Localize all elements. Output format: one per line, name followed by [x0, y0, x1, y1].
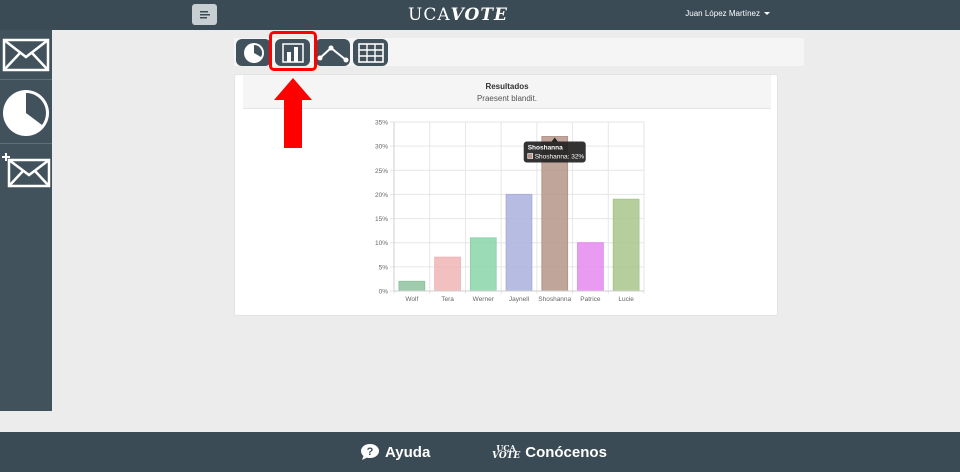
menu-toggle-button[interactable] [192, 4, 217, 25]
table-button[interactable] [353, 39, 388, 66]
y-tick-label: 10% [375, 240, 388, 247]
selected-highlight-box [269, 31, 317, 71]
top-navbar: UCAVOTE Juan López Martínez [0, 0, 960, 30]
x-tick-label: Jaynell [509, 296, 530, 303]
brand-part1: UCA [408, 5, 451, 25]
bar-wolf [398, 280, 426, 292]
y-tick-label: 30% [375, 144, 388, 151]
bar-patrice [577, 242, 604, 292]
caret-down-icon [764, 12, 770, 16]
x-tick-label: Werner [473, 296, 495, 303]
bar-lucie [612, 198, 640, 292]
new-envelope-icon [2, 153, 51, 188]
x-tick-label: Shoshanna [538, 296, 571, 303]
results-card: Resultados Praesent blandit. 0% 5% 10% 15% 2… [234, 74, 778, 316]
y-tick-label: 15% [375, 216, 388, 223]
svg-text:?: ? [367, 446, 374, 458]
help-link[interactable]: ? Ayuda [360, 442, 430, 462]
y-tick-label: 20% [375, 192, 388, 199]
y-tick-label: 5% [379, 264, 389, 271]
mini-logo: UCA VOTE [492, 444, 521, 461]
bar-werner [469, 237, 497, 292]
brand-logo[interactable]: UCAVOTE [408, 4, 507, 26]
line-chart-icon [317, 45, 348, 62]
tooltip-swatch [527, 153, 534, 159]
pie-chart-button[interactable] [236, 39, 271, 66]
x-tick-label: Patrice [580, 296, 601, 303]
help-bubble-icon: ? [361, 444, 379, 460]
sidebar-item-inbox[interactable] [0, 30, 52, 80]
arrow-up-icon [274, 78, 312, 148]
chart-type-toolbar [234, 38, 804, 66]
user-menu[interactable]: Juan López Martínez [685, 9, 770, 18]
pie-chart-icon [3, 89, 49, 136]
line-chart-button[interactable] [315, 39, 350, 66]
brand-part2: VOTE [450, 5, 508, 25]
about-label: Conócenos [525, 443, 607, 461]
bar-jaynell [505, 193, 533, 292]
x-tick-label: Wolf [405, 296, 418, 303]
results-bar-chart: 0% 5% 10% 15% 20% 25% 30% 35% Wolf Tera Werner Jayn… [375, 120, 645, 303]
y-tick-label: 0% [379, 289, 389, 296]
x-tick-label: Lucie [618, 296, 634, 303]
table-icon [357, 42, 384, 63]
x-tick-label: Tera [441, 296, 454, 303]
sidebar-item-new-vote[interactable] [0, 146, 52, 194]
sidebar [0, 30, 52, 411]
about-link[interactable]: UCA VOTE Conócenos [492, 442, 607, 462]
mini-logo-bottom: VOTE [492, 451, 521, 461]
tooltip-label: Shoshanna: 32% [535, 153, 585, 160]
footer: ? Ayuda UCA VOTE Conócenos [0, 432, 960, 472]
menu-icon [199, 10, 210, 18]
bar-tera [434, 256, 461, 292]
pie-chart-icon [243, 42, 264, 63]
y-tick-label: 35% [375, 120, 388, 127]
help-label: Ayuda [385, 443, 431, 461]
user-name: Juan López Martínez [685, 9, 760, 18]
envelope-icon [2, 38, 50, 71]
y-tick-label: 25% [375, 168, 388, 175]
tooltip-title: Shoshanna [528, 144, 563, 151]
sidebar-item-results[interactable] [0, 82, 52, 144]
